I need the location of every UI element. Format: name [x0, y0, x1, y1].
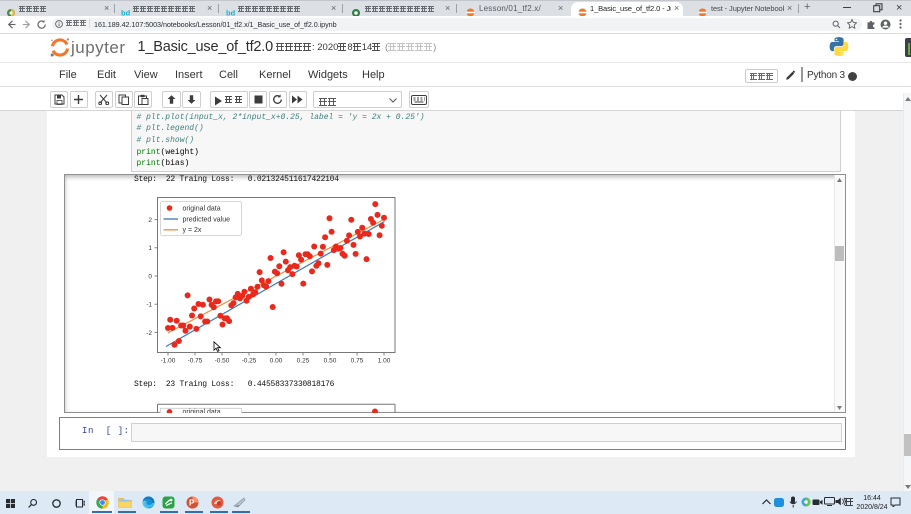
svg-text:0.50: 0.50 — [324, 358, 337, 365]
svg-text:predicted value: predicted value — [183, 216, 231, 223]
svg-text:-1: -1 — [146, 302, 152, 309]
svg-text:1: 1 — [148, 245, 152, 252]
svg-text:0.75: 0.75 — [351, 358, 364, 365]
svg-text:-0.25: -0.25 — [242, 358, 257, 365]
svg-text:0.25: 0.25 — [297, 358, 310, 365]
svg-text:y = 2x: y = 2x — [183, 227, 202, 234]
svg-text:original data: original data — [183, 206, 221, 213]
svg-text:P: P — [189, 499, 195, 508]
svg-text:1.00: 1.00 — [378, 358, 391, 365]
svg-text:0: 0 — [148, 273, 152, 280]
svg-text:-0.50: -0.50 — [215, 358, 230, 365]
svg-text:0.00: 0.00 — [270, 358, 283, 365]
svg-text:-1.00: -1.00 — [161, 358, 176, 365]
svg-text:2: 2 — [148, 217, 152, 224]
svg-text:-2: -2 — [146, 330, 152, 337]
svg-text:original data: original data — [183, 409, 221, 413]
svg-text:-0.75: -0.75 — [188, 358, 203, 365]
